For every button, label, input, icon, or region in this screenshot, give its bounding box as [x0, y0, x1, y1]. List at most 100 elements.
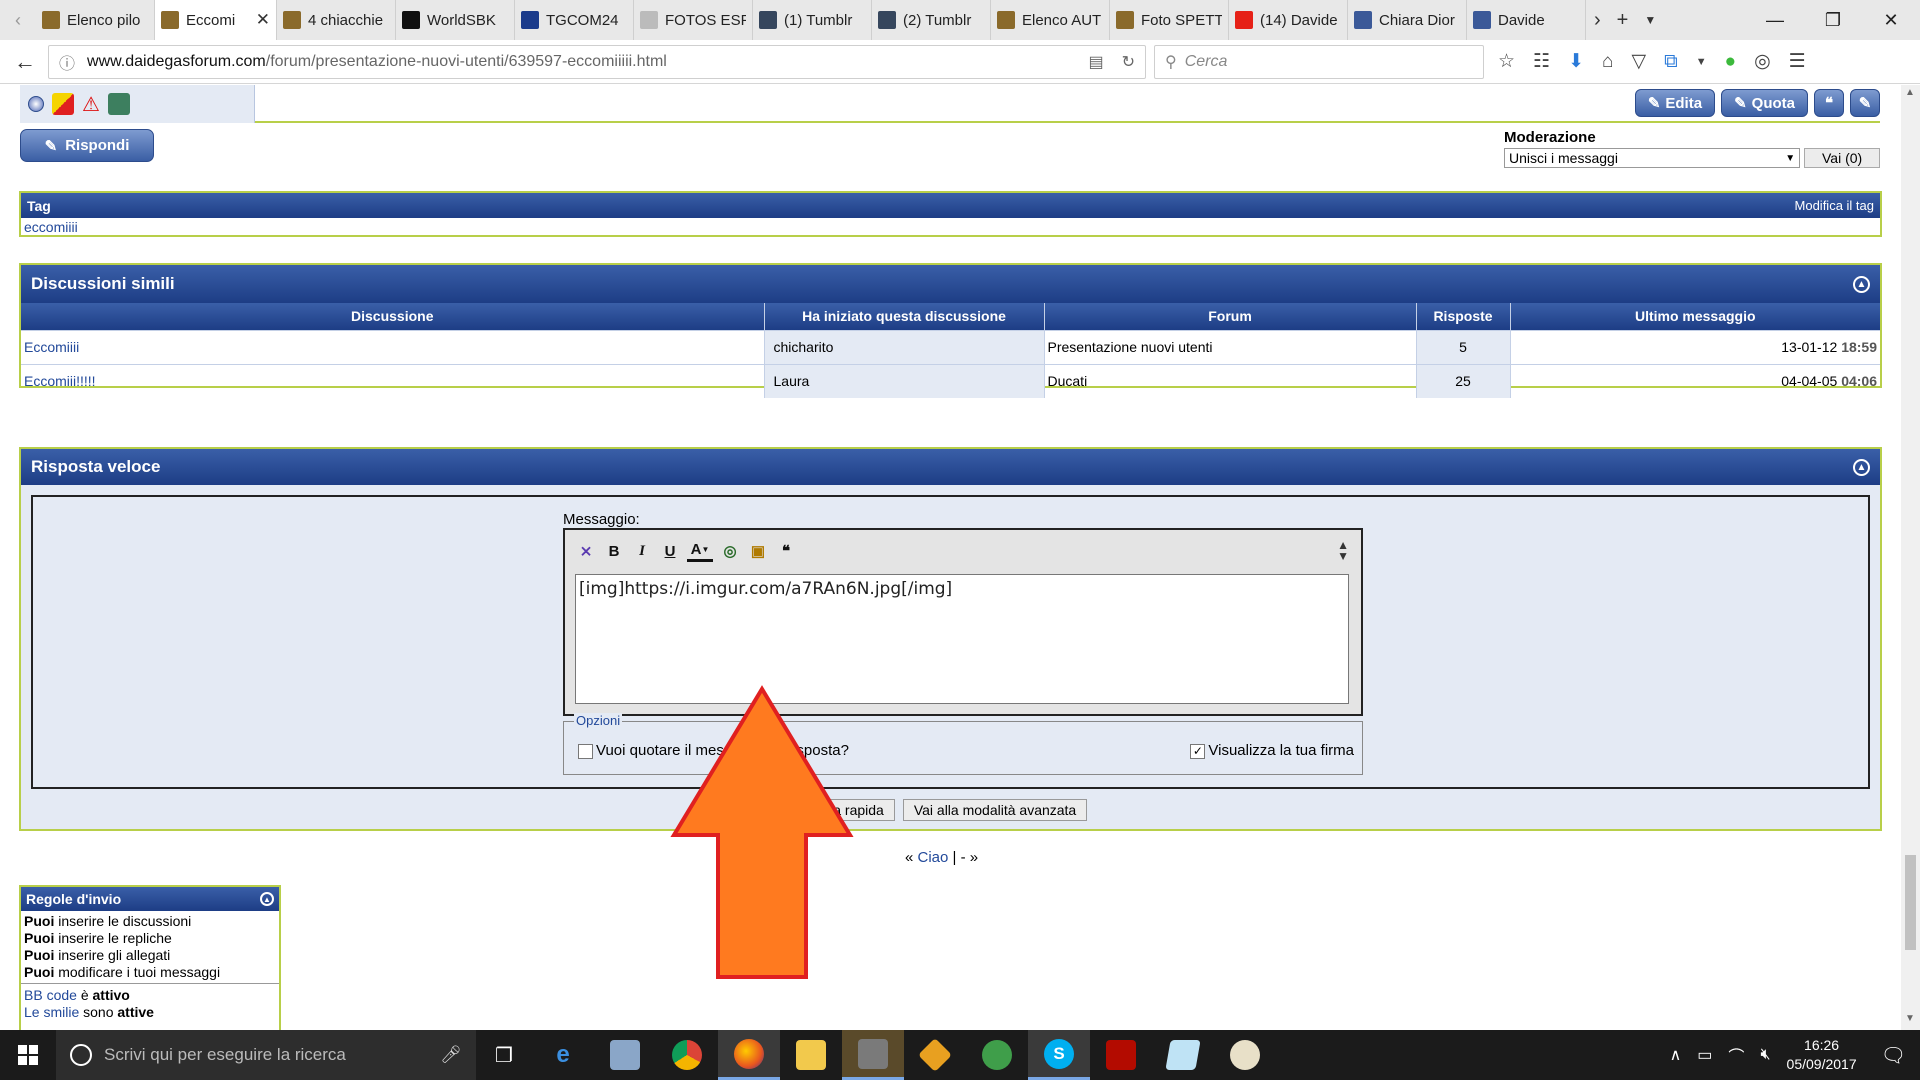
- browser-tab[interactable]: Foto SPETT: [1110, 0, 1229, 40]
- signature-checkbox[interactable]: ✓: [1190, 743, 1206, 759]
- remove-format-icon[interactable]: ⨯: [575, 540, 597, 562]
- browser-tab[interactable]: (2) Tumblr: [872, 0, 991, 40]
- tabs-scroll-left-icon[interactable]: ‹: [0, 0, 36, 40]
- notes-app[interactable]: [1152, 1030, 1214, 1080]
- warning-icon[interactable]: ⚠: [82, 92, 100, 117]
- edit-button[interactable]: ✎ Edita: [1634, 89, 1716, 117]
- quote-checkbox[interactable]: [578, 743, 593, 759]
- browser-tab[interactable]: 4 chiacchie: [277, 0, 396, 40]
- col-header-starter[interactable]: Ha iniziato questa discussione: [764, 303, 1045, 330]
- col-header-last-post[interactable]: Ultimo messaggio: [1510, 303, 1880, 330]
- site-info-icon[interactable]: ⓘ: [59, 50, 75, 74]
- browser-tab[interactable]: WorldSBK: [396, 0, 515, 40]
- volume-muted-icon[interactable]: 🔇︎: [1760, 1046, 1770, 1064]
- microphone-icon[interactable]: 🎤︎: [440, 1045, 462, 1065]
- underline-icon[interactable]: U: [659, 540, 681, 562]
- paint-app[interactable]: [1214, 1030, 1276, 1080]
- browser-tab[interactable]: Davide: [1467, 0, 1586, 40]
- prev-thread-link[interactable]: Ciao: [918, 849, 949, 866]
- extension-globe-icon[interactable]: ◎: [1754, 50, 1771, 73]
- show-hidden-icons-icon[interactable]: ∧: [1670, 1045, 1682, 1065]
- reload-icon[interactable]: ↻: [1122, 52, 1135, 72]
- edge-app[interactable]: e: [532, 1030, 594, 1080]
- downloads-icon[interactable]: ⬇: [1568, 50, 1584, 73]
- restore-icon[interactable]: ❐: [1804, 0, 1862, 40]
- chrome-app[interactable]: [656, 1030, 718, 1080]
- collapse-icon[interactable]: ▲: [260, 892, 274, 906]
- minimize-icon[interactable]: —: [1746, 0, 1804, 40]
- collapse-icon[interactable]: ▲: [1853, 275, 1870, 293]
- start-button[interactable]: [0, 1030, 56, 1080]
- browser-tab[interactable]: FOTOS ESP: [634, 0, 753, 40]
- col-header-forum[interactable]: Forum: [1044, 303, 1417, 330]
- col-header-thread[interactable]: Discussione: [21, 303, 765, 330]
- network-app[interactable]: [842, 1030, 904, 1080]
- browser-tab[interactable]: Eccomi ✕: [155, 0, 277, 40]
- advanced-mode-button[interactable]: Vai alla modalità avanzata: [902, 799, 1088, 821]
- edit-tag-link[interactable]: Modifica il tag: [1795, 198, 1874, 213]
- insert-link-icon[interactable]: ◎: [719, 540, 741, 562]
- scroll-up-icon[interactable]: ▲: [1905, 87, 1915, 98]
- quote-button[interactable]: ✎ Quota: [1721, 89, 1808, 117]
- tag-link[interactable]: eccomiiii: [24, 219, 78, 235]
- page-scrollbar[interactable]: ▲ ▼: [1901, 85, 1920, 1030]
- extension-download-icon[interactable]: ⧉: [1664, 51, 1678, 73]
- scrollbar-thumb[interactable]: [1905, 855, 1916, 950]
- reader-view-icon[interactable]: ▤: [1088, 52, 1103, 72]
- browser-tab[interactable]: (14) Davide: [1229, 0, 1348, 40]
- browser-search-box[interactable]: ⚲ Cerca: [1154, 44, 1484, 79]
- extension-green-icon[interactable]: ●: [1725, 51, 1736, 73]
- notifications-icon[interactable]: 🗨︎: [1881, 1043, 1906, 1068]
- url-bar[interactable]: ⓘ www.daidegasforum.com/forum/presentazi…: [48, 44, 1146, 79]
- globe-app[interactable]: [966, 1030, 1028, 1080]
- browser-tab[interactable]: Elenco pilo: [36, 0, 155, 40]
- font-color-icon[interactable]: A ▼: [687, 540, 713, 562]
- editor-resize-icon[interactable]: ▲ ▼: [1337, 539, 1349, 562]
- close-window-icon[interactable]: ✕: [1862, 0, 1920, 40]
- browser-tab[interactable]: (1) Tumblr: [753, 0, 872, 40]
- browser-tab[interactable]: Chiara Dior: [1348, 0, 1467, 40]
- thread-link[interactable]: Eccomiii!!!!!: [24, 373, 96, 389]
- collapse-icon[interactable]: ▲: [1853, 458, 1870, 476]
- wifi-icon[interactable]: ⌒: [1728, 1043, 1744, 1067]
- pocket-icon[interactable]: ▽: [1632, 50, 1647, 73]
- reply-button[interactable]: ✎ Rispondi: [20, 129, 154, 162]
- insert-quote-icon[interactable]: ❝: [775, 540, 797, 562]
- quote-option[interactable]: Vuoi quotare il messaggio in risposta?: [578, 742, 849, 759]
- message-textarea[interactable]: [img]https://i.imgur.com/a7RAn6N.jpg[/im…: [575, 574, 1349, 704]
- submit-quick-reply-button[interactable]: risposta rapida: [781, 799, 895, 821]
- scroll-down-icon[interactable]: ▼: [1905, 1013, 1915, 1024]
- moderation-select[interactable]: Unisci i messaggi ▼: [1504, 148, 1801, 168]
- tabs-scroll-right-icon[interactable]: ›: [1586, 0, 1609, 40]
- report-flag-icon[interactable]: [52, 93, 74, 115]
- task-view-icon[interactable]: ❐: [476, 1043, 532, 1068]
- close-tab-icon[interactable]: ✕: [256, 10, 270, 30]
- italic-icon[interactable]: I: [631, 540, 653, 562]
- skype-app[interactable]: S: [1028, 1030, 1090, 1080]
- acrobat-app[interactable]: [1090, 1030, 1152, 1080]
- firefox-app[interactable]: [718, 1030, 780, 1080]
- back-icon[interactable]: ←: [8, 45, 42, 79]
- bold-icon[interactable]: B: [603, 540, 625, 562]
- tab-list-dropdown-icon[interactable]: ▼: [1636, 0, 1664, 40]
- col-header-replies[interactable]: Risposte: [1416, 303, 1511, 330]
- multi-quote-icon[interactable]: ❝: [1814, 89, 1844, 117]
- bookmarks-library-icon[interactable]: ☷: [1533, 50, 1550, 73]
- browser-tab[interactable]: TGCOM24: [515, 0, 634, 40]
- bookmark-star-icon[interactable]: ☆: [1498, 50, 1515, 73]
- home-icon[interactable]: ⌂: [1602, 51, 1613, 73]
- taskbar-clock[interactable]: 16:26 05/09/2017: [1787, 1036, 1857, 1074]
- file-explorer-app[interactable]: [780, 1030, 842, 1080]
- ip-address-icon[interactable]: [107, 93, 130, 115]
- signature-option[interactable]: ✓ Visualizza la tua firma: [1190, 742, 1354, 759]
- extension-dropdown-icon[interactable]: ▼: [1696, 56, 1707, 68]
- browser-tab[interactable]: Elenco AUT: [991, 0, 1110, 40]
- photos-app[interactable]: [594, 1030, 656, 1080]
- smilies-link[interactable]: Le smilie: [24, 1004, 79, 1020]
- game-app[interactable]: [904, 1030, 966, 1080]
- taskbar-search[interactable]: Scrivi qui per eseguire la ricerca 🎤︎: [56, 1030, 476, 1080]
- battery-icon[interactable]: ▭: [1697, 1045, 1712, 1065]
- new-tab-icon[interactable]: +: [1609, 0, 1637, 40]
- moderation-go-button[interactable]: Vai (0): [1804, 148, 1880, 168]
- thread-link[interactable]: Eccomiiii: [24, 339, 79, 355]
